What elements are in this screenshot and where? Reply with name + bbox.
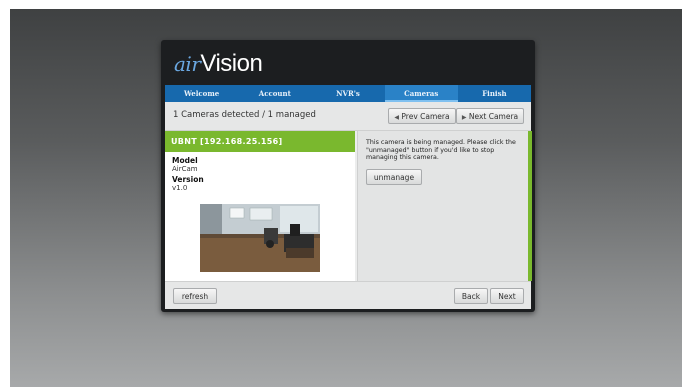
camera-header: UBNT [192.168.25.156] xyxy=(165,131,355,152)
camera-toolbar: 1 Cameras detected / 1 managed ◀ Prev Ca… xyxy=(165,102,531,131)
managed-message: This camera is being managed. Please cli… xyxy=(366,139,516,161)
managed-status-bar xyxy=(528,131,532,281)
wizard-footer: refresh Back Next xyxy=(165,281,531,309)
prev-camera-button[interactable]: ◀ Prev Camera xyxy=(388,108,456,124)
next-button[interactable]: Next xyxy=(490,288,524,304)
airvision-logo: airVision xyxy=(174,49,263,80)
camera-snapshot xyxy=(200,204,320,272)
setup-wizard-window: airVision Welcome Account NVR's Cameras … xyxy=(161,40,535,312)
arrow-right-icon: ▶ xyxy=(461,114,467,121)
wizard-content: 1 Cameras detected / 1 managed ◀ Prev Ca… xyxy=(165,102,532,309)
unmanage-button[interactable]: unmanage xyxy=(366,169,422,185)
camera-details-panel: UBNT [192.168.25.156] Model AirCam Versi… xyxy=(165,131,355,281)
wizard-tabs: Welcome Account NVR's Cameras Finish xyxy=(165,85,531,102)
prev-camera-label: Prev Camera xyxy=(401,112,450,121)
tab-account[interactable]: Account xyxy=(238,85,311,102)
next-camera-label: Next Camera xyxy=(468,112,519,121)
tab-cameras[interactable]: Cameras xyxy=(384,85,459,102)
cameras-detected-status: 1 Cameras detected / 1 managed xyxy=(173,110,316,120)
camera-snapshot-image xyxy=(200,204,320,272)
tab-nvrs[interactable]: NVR's xyxy=(311,85,384,102)
refresh-button[interactable]: refresh xyxy=(173,288,217,304)
manage-panel: This camera is being managed. Please cli… xyxy=(357,131,532,281)
version-label: Version xyxy=(172,175,204,184)
next-camera-button[interactable]: ▶ Next Camera xyxy=(456,108,524,124)
back-button[interactable]: Back xyxy=(454,288,488,304)
tab-finish[interactable]: Finish xyxy=(458,85,531,102)
version-value: v1.0 xyxy=(172,184,188,192)
tab-welcome[interactable]: Welcome xyxy=(165,85,238,102)
logo-vision-text: Vision xyxy=(200,50,263,77)
arrow-left-icon: ◀ xyxy=(394,114,400,121)
model-label: Model xyxy=(172,156,198,165)
logo-air-text: air xyxy=(174,52,201,76)
model-value: AirCam xyxy=(172,165,198,173)
